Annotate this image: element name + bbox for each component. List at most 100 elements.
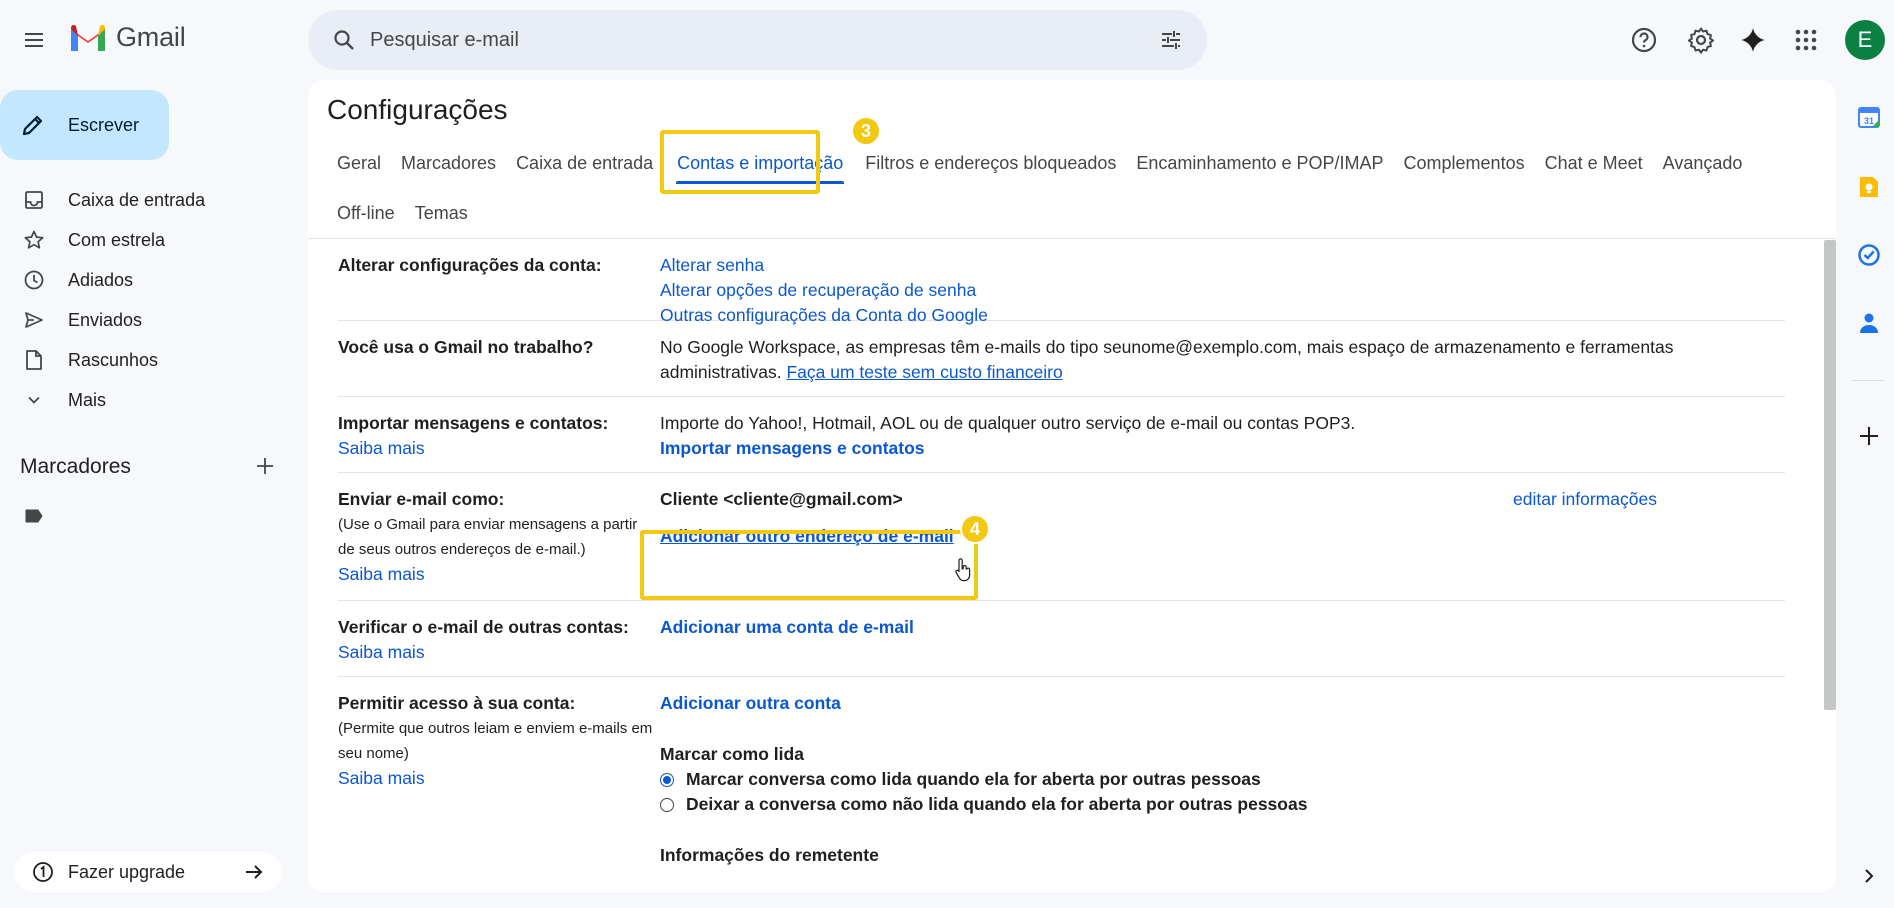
sidebar-item-label: Adiados	[68, 269, 134, 290]
add-address-highlight-box	[640, 530, 978, 600]
account-avatar[interactable]: E	[1845, 20, 1885, 60]
workspace-row: Você usa o Gmail no trabalho? No Google …	[338, 321, 1785, 397]
row-description: (Permite que outros leiam e enviem e-mai…	[338, 720, 653, 737]
tab-themes[interactable]: Temas	[405, 192, 478, 234]
help-icon[interactable]	[1622, 18, 1666, 62]
upgrade-label: Fazer upgrade	[68, 861, 186, 882]
import-description: Importe do Yahoo!, Hotmail, AOL ou de qu…	[660, 413, 1356, 433]
compose-button[interactable]: Escrever	[0, 90, 169, 160]
tab-filters-blocked[interactable]: Filtros e endereços bloqueados	[855, 142, 1126, 184]
tab-offline[interactable]: Off-line	[327, 192, 405, 234]
add-label-icon[interactable]	[252, 453, 278, 479]
change-password-link[interactable]: Alterar senha	[660, 253, 1760, 278]
tab-forwarding-pop-imap[interactable]: Encaminhamento e POP/IMAP	[1126, 142, 1393, 184]
page-title: Configurações	[327, 94, 508, 125]
row-label: Verificar o e-mail de outras contas:	[338, 617, 629, 637]
learn-more-link[interactable]: Saiba mais	[338, 436, 658, 461]
sidebar-item-starred[interactable]: Com estrela	[0, 220, 300, 260]
step-badge-4: 4	[960, 514, 990, 544]
gmail-logo[interactable]: Gmail	[68, 22, 186, 53]
sidebar-item-label: Enviados	[68, 309, 143, 330]
draft-icon	[22, 348, 46, 372]
row-description: de seus outros endereços de e-mail.)	[338, 541, 586, 558]
sender-info-heading: Informações do remetente	[660, 845, 879, 865]
inbox-icon	[22, 188, 46, 212]
learn-more-link[interactable]: Saiba mais	[338, 640, 658, 665]
sidebar-item-sent[interactable]: Enviados	[0, 300, 300, 340]
apps-grid-icon[interactable]	[1784, 18, 1828, 62]
mark-read-option-2[interactable]: Deixar a conversa como não lida quando e…	[660, 792, 1760, 817]
search-bar[interactable]	[308, 10, 1207, 70]
row-description: (Use o Gmail para enviar mensagens a par…	[338, 516, 638, 533]
mark-read-heading: Marcar como lida	[660, 744, 804, 764]
arrow-right-icon	[244, 861, 266, 883]
row-label: Permitir acesso à sua conta:	[338, 693, 576, 713]
radio-unselected[interactable]	[660, 797, 674, 812]
tab-addons[interactable]: Complementos	[1394, 142, 1535, 184]
radio-label: Deixar a conversa como não lida quando e…	[686, 794, 1308, 814]
app-name: Gmail	[116, 22, 186, 52]
import-mail-contacts-link[interactable]: Importar mensagens e contatos	[660, 436, 1760, 461]
grant-access-row: Permitir acesso à sua conta: (Permite qu…	[338, 677, 1785, 892]
svg-text:31: 31	[1864, 116, 1874, 126]
sidebar-item-drafts[interactable]: Rascunhos	[0, 340, 300, 380]
tab-labels[interactable]: Marcadores	[391, 142, 506, 184]
sidebar-item-label: Caixa de entrada	[68, 189, 206, 210]
search-input[interactable]	[370, 28, 1151, 52]
compose-label: Escrever	[68, 114, 140, 135]
contacts-icon[interactable]	[1856, 310, 1882, 336]
add-mail-account-link[interactable]: Adicionar uma conta de e-mail	[660, 615, 1760, 640]
label-tag-icon[interactable]	[24, 506, 44, 526]
tab-chat-meet[interactable]: Chat e Meet	[1535, 142, 1653, 184]
pencil-icon	[22, 115, 43, 136]
chevron-right-icon[interactable]	[1856, 863, 1882, 889]
hand-cursor-icon	[954, 558, 972, 582]
change-recovery-link[interactable]: Alterar opções de recuperação de senha	[660, 278, 1760, 303]
settings-content: Alterar configurações da conta: Alterar …	[308, 239, 1818, 892]
radio-selected[interactable]	[660, 772, 674, 787]
main-menu-icon[interactable]	[14, 20, 54, 60]
send-as-row: Enviar e-mail como: (Use o Gmail para en…	[338, 473, 1785, 601]
learn-more-link[interactable]: Saiba mais	[338, 766, 658, 791]
chevron-down-icon	[22, 388, 46, 412]
row-description: seu nome)	[338, 745, 409, 762]
sidebar-nav: Caixa de entrada Com estrela Adiados Env…	[0, 180, 300, 420]
sidebar-item-more[interactable]: Mais	[0, 380, 300, 420]
tab-general[interactable]: Geral	[327, 142, 391, 184]
import-row: Importar mensagens e contatos: Saiba mai…	[338, 397, 1785, 473]
tab-inbox[interactable]: Caixa de entrada	[506, 142, 663, 184]
gemini-sparkle-icon[interactable]	[1731, 18, 1775, 62]
upgrade-icon	[32, 861, 54, 883]
search-icon[interactable]	[324, 20, 364, 60]
get-addons-plus-icon[interactable]	[1856, 423, 1882, 449]
search-options-icon[interactable]	[1151, 20, 1191, 60]
tab-highlight-box	[660, 130, 820, 194]
step-badge-3: 3	[851, 116, 881, 146]
upgrade-button[interactable]: Fazer upgrade	[14, 852, 282, 892]
workspace-text: No Google Workspace, as empresas têm e-m…	[660, 337, 1674, 357]
sidebar-item-inbox[interactable]: Caixa de entrada	[0, 180, 300, 220]
account-settings-row: Alterar configurações da conta: Alterar …	[338, 239, 1785, 325]
tab-advanced[interactable]: Avançado	[1653, 142, 1753, 184]
settings-tabs-row-2: Off-line Temas	[327, 192, 478, 234]
settings-panel: Configurações Geral Marcadores Caixa de …	[308, 80, 1836, 892]
sidebar-item-label: Mais	[68, 389, 107, 410]
radio-label: Marcar conversa como lida quando ela for…	[686, 769, 1261, 789]
keep-icon[interactable]	[1856, 174, 1882, 200]
settings-gear-icon[interactable]	[1679, 18, 1723, 62]
gmail-m-icon	[71, 24, 105, 51]
learn-more-link[interactable]: Saiba mais	[338, 562, 658, 587]
workspace-trial-link[interactable]: Faça um teste sem custo financeiro	[786, 362, 1062, 382]
tasks-icon[interactable]	[1856, 242, 1882, 268]
row-label: Alterar configurações da conta:	[338, 255, 602, 275]
side-panel-divider	[1852, 380, 1884, 381]
add-another-account-link[interactable]: Adicionar outra conta	[660, 691, 1760, 716]
calendar-icon[interactable]: 31	[1856, 104, 1882, 130]
mark-read-option-1[interactable]: Marcar conversa como lida quando ela for…	[660, 767, 1760, 792]
sidebar-item-snoozed[interactable]: Adiados	[0, 260, 300, 300]
edit-info-link[interactable]: editar informações	[1513, 487, 1657, 512]
top-bar: Gmail E	[0, 0, 1894, 80]
send-icon	[22, 308, 46, 332]
settings-scrollbar[interactable]	[1824, 240, 1836, 710]
sidebar-item-label: Rascunhos	[68, 349, 159, 370]
